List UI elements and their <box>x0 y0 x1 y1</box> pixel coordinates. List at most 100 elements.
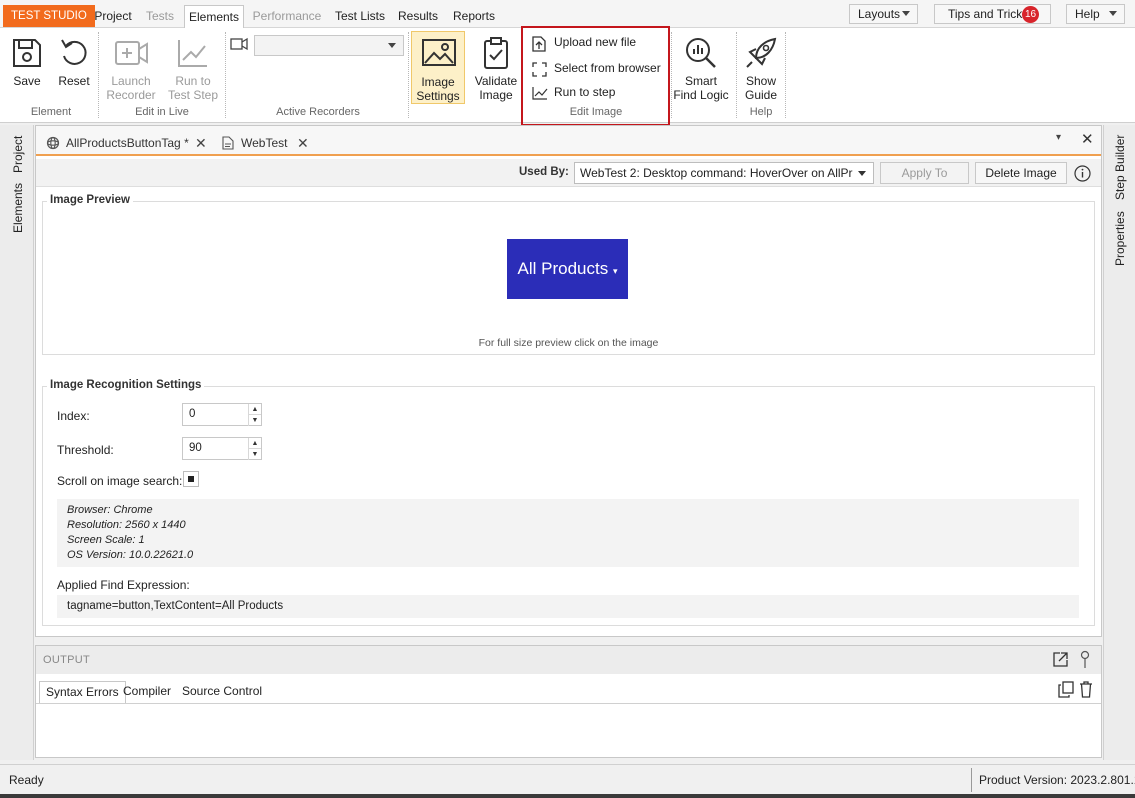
image-settings-button[interactable]: Image Settings <box>411 31 465 104</box>
select-browser-label: Select from browser <box>554 61 661 75</box>
used-by-value: WebTest 2: Desktop command: HoverOver on… <box>580 166 853 180</box>
magnifier-chart-icon <box>686 38 716 68</box>
applied-find-expression-value: tagname=button,TextContent=All Products <box>57 595 1079 618</box>
output-title: OUTPUT <box>43 654 91 666</box>
launch-recorder-button[interactable]: Launch Recorder <box>102 36 160 102</box>
validate-label-line2: Image <box>479 88 513 102</box>
menu-tab-test-lists[interactable]: Test Lists <box>330 5 390 28</box>
tab-list-dropdown-icon[interactable]: ▾ <box>1056 132 1061 143</box>
tips-count-badge: 16 <box>1022 6 1039 23</box>
index-value: 0 <box>189 408 196 420</box>
preview-image[interactable]: All Products ▾ <box>507 239 628 299</box>
info-icon[interactable] <box>1074 165 1091 182</box>
smart-find-logic-button[interactable]: Smart Find Logic <box>672 36 730 102</box>
ribbon-divider <box>98 32 99 118</box>
help-label: Help <box>1075 7 1100 21</box>
run-to-test-step-button[interactable]: Run to Test Step <box>164 36 222 102</box>
image-icon <box>422 39 456 66</box>
trash-icon[interactable] <box>1079 681 1093 698</box>
menu-tab-results[interactable]: Results <box>394 5 442 28</box>
validate-image-button[interactable]: Validate Image <box>471 36 521 102</box>
info-browser: Browser: Chrome <box>67 504 153 516</box>
menu-tab-elements[interactable]: Elements <box>184 5 244 29</box>
smart-label-line2: Find Logic <box>673 88 729 102</box>
side-tab-elements[interactable]: Elements <box>11 183 25 233</box>
document-area: AllProductsButtonTag * ✕ WebTest ✕ ▾ ✕ U… <box>35 125 1102 637</box>
spin-up-icon[interactable]: ▲ <box>248 438 261 449</box>
chevron-down-icon <box>902 11 910 16</box>
ribbon-divider <box>736 32 737 118</box>
doc-tab-all-products-button-tag[interactable]: AllProductsButtonTag * ✕ <box>44 132 214 154</box>
camera-icon <box>230 37 248 51</box>
preview-caret-icon: ▾ <box>612 266 618 276</box>
spin-down-icon[interactable]: ▼ <box>248 415 261 426</box>
apply-to-button[interactable]: Apply To <box>880 162 969 184</box>
run-to-label-line1: Run to <box>175 74 211 88</box>
preview-image-text: All Products <box>517 259 609 278</box>
menu-tab-reports[interactable]: Reports <box>448 5 500 28</box>
show-guide-label-line2: Guide <box>744 88 778 102</box>
output-panel: OUTPUT Syntax Errors Compiler Source Con… <box>35 645 1102 758</box>
used-by-dropdown[interactable]: WebTest 2: Desktop command: HoverOver on… <box>574 162 874 184</box>
doc-tab-label: AllProductsButtonTag * <box>66 136 189 150</box>
index-spinner[interactable]: 0 ▲ ▼ <box>182 403 262 426</box>
spin-up-icon[interactable]: ▲ <box>248 404 261 415</box>
bottom-edge <box>0 794 1135 798</box>
image-toolbar: Used By: WebTest 2: Desktop command: Hov… <box>36 159 1101 187</box>
image-recognition-settings-title: Image Recognition Settings <box>47 379 205 391</box>
ribbon: Save Reset Element Launch Recorder Run t… <box>0 26 1135 126</box>
doc-tab-webtest[interactable]: WebTest ✕ <box>222 132 322 154</box>
menu-tab-tests[interactable]: Tests <box>142 5 178 28</box>
group-label-active-recorders: Active Recorders <box>276 106 360 118</box>
tips-label: Tips and Tricks <box>948 7 1029 21</box>
reset-button[interactable]: Reset <box>56 36 92 88</box>
recorder-icon <box>115 41 148 65</box>
copy-icon[interactable] <box>1058 681 1075 698</box>
checkbox-mark-icon <box>188 476 194 482</box>
threshold-spinner[interactable]: 90 ▲ ▼ <box>182 437 262 460</box>
close-icon[interactable]: ✕ <box>195 132 207 154</box>
image-settings-label-line1: Image <box>421 75 455 89</box>
run-to-step-icon <box>532 87 548 100</box>
image-settings-label-line2: Settings <box>416 89 460 103</box>
save-icon <box>13 39 41 67</box>
group-label-element: Element <box>30 106 72 118</box>
output-tab-source-control[interactable]: Source Control <box>176 681 268 704</box>
clipboard-check-icon <box>484 37 508 69</box>
delete-image-button[interactable]: Delete Image <box>975 162 1067 184</box>
menu-bar: TEST STUDIO Project Tests Elements Perfo… <box>0 0 1135 29</box>
index-label: Index: <box>57 409 90 423</box>
menu-tab-project[interactable]: Project <box>88 5 138 28</box>
run-to-chart-icon <box>178 40 207 67</box>
spin-down-icon[interactable]: ▼ <box>248 449 261 460</box>
output-tab-compiler[interactable]: Compiler <box>117 681 177 704</box>
used-by-label: Used By: <box>519 166 569 178</box>
status-text: Ready <box>9 773 44 787</box>
side-tab-step-builder[interactable]: Step Builder <box>1113 135 1127 200</box>
save-button[interactable]: Save <box>9 36 45 88</box>
smart-label-line1: Smart <box>684 74 717 88</box>
threshold-label: Threshold: <box>57 443 114 457</box>
image-preview-title: Image Preview <box>47 194 133 206</box>
pop-out-icon[interactable] <box>1052 651 1069 668</box>
output-tab-divider <box>36 703 1101 704</box>
side-tab-properties[interactable]: Properties <box>1113 211 1127 266</box>
layouts-dropdown[interactable]: Layouts <box>849 4 918 24</box>
validate-label-line1: Validate <box>474 74 518 88</box>
menu-tab-performance[interactable]: Performance <box>250 5 324 28</box>
show-guide-button[interactable]: Show Guide <box>739 36 783 102</box>
upload-label: Upload new file <box>554 35 637 49</box>
tips-and-tricks-button[interactable]: Tips and Tricks 16 <box>934 4 1051 24</box>
document-tab-strip: AllProductsButtonTag * ✕ WebTest ✕ ▾ ✕ <box>36 126 1101 156</box>
brand-label[interactable]: TEST STUDIO <box>3 5 95 27</box>
close-panel-icon[interactable]: ✕ <box>1081 130 1094 148</box>
active-recorders-dropdown[interactable] <box>254 35 404 56</box>
pin-icon[interactable] <box>1079 650 1091 669</box>
close-icon[interactable]: ✕ <box>297 132 309 154</box>
scroll-on-image-search-checkbox[interactable] <box>183 471 199 487</box>
output-tab-syntax-errors[interactable]: Syntax Errors <box>39 681 126 704</box>
side-tab-project[interactable]: Project <box>11 136 25 173</box>
preview-hint: For full size preview click on the image <box>478 337 659 349</box>
scroll-on-image-search-label: Scroll on image search: <box>57 474 183 488</box>
help-dropdown[interactable]: Help <box>1066 4 1125 24</box>
